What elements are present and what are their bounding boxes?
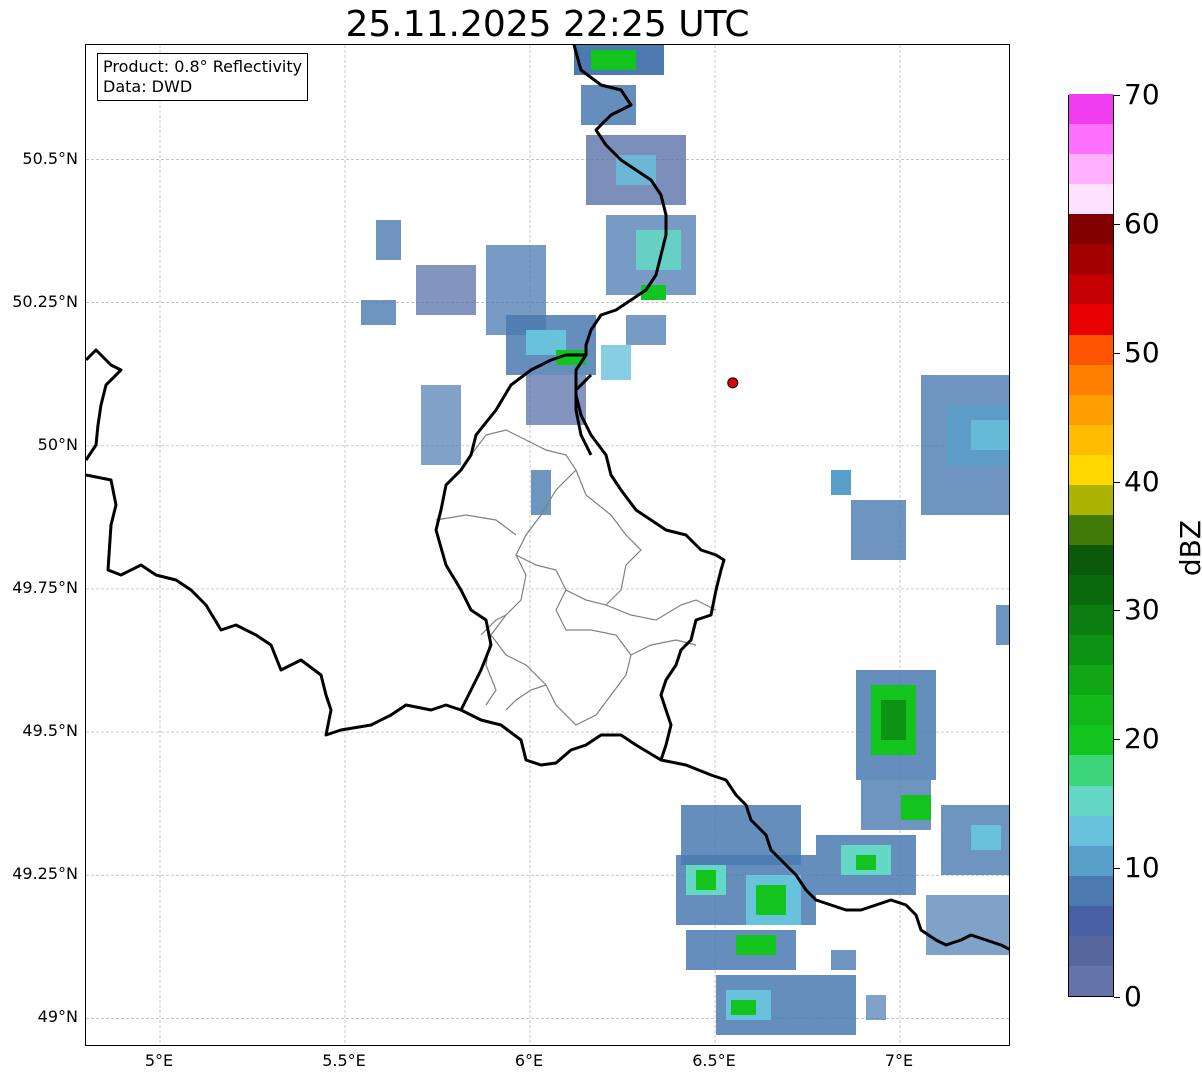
lon-tick-label: 5.5°E	[322, 1051, 366, 1070]
lon-tick-label: 7°E	[884, 1051, 914, 1070]
colorbar-segment	[1069, 273, 1113, 305]
lat-tick-label: 49.5°N	[22, 721, 78, 741]
echo-cluster-north	[574, 45, 696, 300]
radar-site-marker	[727, 377, 739, 389]
colorbar-segment	[1069, 153, 1113, 185]
colorbar-segment	[1069, 724, 1113, 756]
colorbar-segment	[1069, 424, 1113, 455]
lat-tick-label: 49.25°N	[12, 864, 78, 884]
colorbar-segment	[1069, 213, 1113, 245]
radar-echoes	[361, 45, 1009, 1035]
colorbar-tick	[1114, 95, 1120, 96]
colorbar-segment	[1069, 334, 1113, 365]
colorbar-segment	[1069, 905, 1113, 936]
product-label: Product: 0.8° Reflectivity	[103, 57, 303, 76]
lon-tick-label: 6.5°E	[692, 1051, 736, 1070]
colorbar-tick-label: 10	[1124, 851, 1160, 885]
lat-tick-label: 50.25°N	[12, 291, 78, 311]
lon-tick-label: 6°E	[514, 1051, 544, 1070]
lat-tick-label: 49°N	[37, 1007, 78, 1027]
colorbar-segment	[1069, 935, 1113, 966]
colorbar-segment	[1069, 514, 1113, 545]
colorbar-segment	[1069, 634, 1113, 666]
radar-map	[85, 44, 1010, 1046]
colorbar-segment	[1069, 574, 1113, 606]
lat-tick-label: 49.75°N	[12, 577, 78, 597]
colorbar-segment	[1069, 965, 1113, 996]
colorbar-segment	[1069, 484, 1113, 515]
colorbar-tick-label: 60	[1124, 206, 1160, 240]
colorbar-segment	[1069, 815, 1113, 846]
map-title: 25.11.2025 22:25 UTC	[345, 4, 750, 45]
colorbar-tick-label: 20	[1124, 722, 1160, 756]
colorbar-segment	[1069, 93, 1113, 125]
info-box: Product: 0.8° Reflectivity Data: DWD	[97, 53, 309, 101]
colorbar-segment	[1069, 694, 1113, 726]
colorbar-segment	[1069, 785, 1113, 816]
colorbar-tick	[1114, 868, 1120, 870]
lon-tick-label: 5°E	[144, 1051, 174, 1070]
colorbar-segment	[1069, 754, 1113, 786]
colorbar	[1068, 93, 1114, 997]
colorbar-tick-label: 30	[1124, 593, 1160, 627]
colorbar-segment	[1069, 664, 1113, 696]
colorbar-tick-label: 50	[1124, 335, 1160, 369]
colorbar-segment	[1069, 454, 1113, 485]
colorbar-segment	[1069, 875, 1113, 906]
colorbar-segment	[1069, 243, 1113, 275]
lat-tick-label: 50°N	[37, 434, 78, 454]
colorbar-tick	[1114, 739, 1120, 741]
colorbar-tick	[1114, 223, 1120, 225]
colorbar-segment	[1069, 604, 1113, 636]
colorbar-segment	[1069, 544, 1113, 576]
colorbar-segment	[1069, 183, 1113, 215]
admin-borders	[435, 429, 717, 726]
data-source-label: Data: DWD	[103, 77, 193, 96]
colorbar-segment	[1069, 394, 1113, 425]
colorbar-tick-label: 70	[1124, 78, 1160, 111]
colorbar-unit-label: dBZ	[1174, 519, 1202, 577]
echo-cluster-east	[831, 375, 1009, 645]
colorbar-segment	[1069, 303, 1113, 335]
colorbar-tick	[1114, 352, 1120, 354]
colorbar-segment	[1069, 123, 1113, 155]
colorbar-tick-label: 0	[1124, 980, 1142, 1013]
colorbar-segment	[1069, 364, 1113, 395]
colorbar-segment	[1069, 845, 1113, 876]
lat-tick-label: 50.5°N	[22, 148, 78, 168]
colorbar-tick	[1114, 610, 1120, 612]
colorbar-tick-label: 40	[1124, 464, 1160, 498]
colorbar-tick	[1114, 997, 1120, 998]
colorbar-tick	[1114, 481, 1120, 483]
